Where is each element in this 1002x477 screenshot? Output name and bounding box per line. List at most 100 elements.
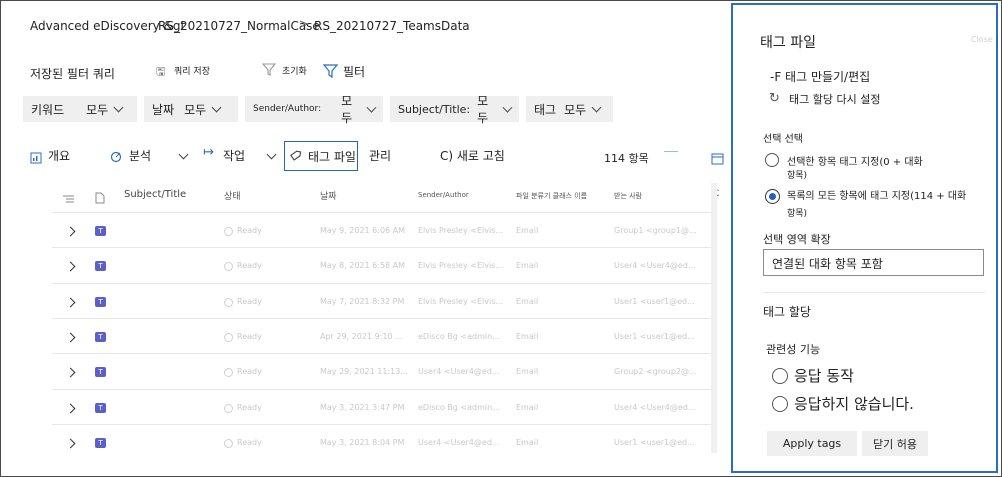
chevron-down-icon	[591, 102, 602, 112]
filter-tag[interactable]: 태그 모두	[526, 96, 613, 122]
overview-button[interactable]: 개요	[48, 147, 70, 164]
status-icon	[224, 439, 233, 448]
filter-clear-icon	[261, 63, 277, 79]
chevron-down-icon	[366, 102, 377, 112]
status-icon	[224, 262, 233, 271]
filter-keyword-label: 키워드	[31, 102, 65, 117]
reset-button[interactable]: 초기화	[282, 64, 307, 77]
teams-icon: T	[95, 367, 106, 377]
filter-subject[interactable]: Subject/Title: 모두	[390, 94, 519, 125]
option-selected-label: 선택한 항목 태그 지정(0 + 대화	[787, 157, 923, 168]
cell-status: Ready	[237, 261, 262, 270]
filter-keyword-value: 모두	[86, 102, 109, 117]
actions-button[interactable]: 작업	[223, 147, 245, 164]
status-icon	[224, 368, 233, 377]
columns-icon[interactable]	[711, 150, 724, 169]
row-divider	[52, 353, 712, 354]
breadcrumb-case[interactable]: RS_20210727_NormalCase	[158, 19, 320, 33]
filter-tag-value: 모두	[564, 102, 587, 117]
tag-files-button[interactable]: 태그 파일	[284, 141, 358, 171]
not-responsive-label: 응답하지 않습니다.	[794, 395, 914, 413]
manage-button[interactable]: 관리	[369, 147, 391, 164]
filter-tag-label: 태그	[534, 102, 557, 117]
radio-all-items[interactable]	[765, 189, 780, 204]
col-recipient[interactable]: 받는 사람	[614, 191, 642, 201]
saved-queries-label[interactable]: 저장된 필터 쿼리	[30, 65, 115, 82]
arrow-right-icon: ↦	[203, 145, 214, 160]
analytics-button[interactable]: 분석	[129, 147, 151, 164]
panel-title: 태그 파일	[760, 35, 816, 51]
filter-date-label: 날짜	[152, 102, 175, 117]
breadcrumb-current: RS_20210727_TeamsData	[314, 19, 470, 33]
analytics-icon	[110, 149, 123, 168]
cell-date: May 3, 2021 8:04 PM	[320, 438, 405, 447]
selection-heading: 선택 선택	[763, 134, 803, 145]
responsive-label: 응답 동작	[794, 367, 854, 385]
reset-icon: ↻	[769, 91, 780, 106]
close-button[interactable]: Close	[971, 35, 993, 44]
filter-keyword[interactable]: 키워드 모두	[23, 96, 137, 122]
col-class[interactable]: 파일 분류기 클래스 이름	[516, 191, 587, 201]
overview-icon	[30, 149, 42, 168]
cell-status: Ready	[237, 367, 262, 376]
row-divider	[52, 424, 712, 425]
expand-heading: 선택 영역 확장	[763, 233, 831, 246]
row-divider	[52, 389, 712, 390]
tag-files-panel: 태그 파일 Close -F 태그 만들기/편집 ↻ 태그 할당 다시 설정 선…	[731, 3, 998, 473]
cell-recipient: Group2 <group2@...	[614, 367, 697, 376]
refresh-button[interactable]: C) 새로 고침	[440, 147, 505, 164]
filter-sender-label: Sender/Author:	[253, 104, 322, 114]
scrollbar-track[interactable]	[711, 183, 717, 453]
col-sender[interactable]: Sender/Author	[418, 191, 469, 199]
cell-sender: User4 <User4@ed...	[418, 438, 500, 447]
item-count: 114 항목	[604, 152, 649, 165]
teams-icon: T	[95, 332, 106, 342]
divider	[664, 151, 678, 152]
cell-class: Email	[516, 226, 539, 235]
cell-recipient: User4 <User4@ed...	[614, 403, 696, 412]
sort-list-icon[interactable]	[63, 190, 74, 209]
cell-class: Email	[516, 403, 539, 412]
option-all-label: 목록의 모든 항목에 태그 지정(114 + 대화	[787, 191, 967, 202]
chevron-down-icon	[502, 102, 513, 112]
close-panel-button[interactable]: 닫기 허용	[862, 431, 928, 456]
filter-button[interactable]: 필터	[343, 63, 365, 80]
cell-class: Email	[516, 261, 539, 270]
cell-recipient: User4 <User4@ed...	[614, 261, 696, 270]
cell-date: May 29, 2021 11:13...	[320, 367, 408, 376]
chevron-down-icon	[211, 102, 222, 112]
cell-class: Email	[516, 332, 539, 341]
col-subject[interactable]: Subject/Title	[124, 189, 186, 200]
col-status[interactable]: 상태	[224, 189, 241, 202]
status-icon	[224, 404, 233, 413]
cell-sender: eDisco Bg <admin...	[418, 403, 500, 412]
save-query-button[interactable]: 쿼리 저장	[174, 64, 210, 77]
status-icon	[224, 298, 233, 307]
apply-tags-button[interactable]: Apply tags	[767, 431, 857, 456]
radio-responsive[interactable]	[772, 368, 788, 384]
option-selected-label-2: 항목)	[787, 171, 808, 181]
filter-sender[interactable]: Sender/Author: 모두	[245, 94, 383, 125]
cell-sender: Elvis Presley <Elvis...	[418, 297, 503, 306]
save-icon: 🖫	[156, 65, 166, 78]
tag-icon	[289, 149, 302, 164]
cell-recipient: User1 <user1@ed...	[614, 332, 695, 341]
create-edit-tags-link[interactable]: -F 태그 만들기/편집	[770, 68, 870, 85]
cell-sender: Elvis Presley <Elvis...	[418, 226, 503, 235]
cell-class: Email	[516, 367, 539, 376]
cell-status: Ready	[237, 332, 262, 341]
col-date[interactable]: 날짜	[320, 189, 337, 202]
cell-date: May 7, 2021 8:32 PM	[320, 297, 405, 306]
row-divider	[52, 318, 712, 319]
row-divider	[52, 247, 712, 248]
radio-not-responsive[interactable]	[772, 396, 788, 412]
radio-selected-items[interactable]	[765, 153, 779, 167]
cell-status: Ready	[237, 226, 262, 235]
expand-selection-field[interactable]: 연결된 대화 항목 포함	[763, 249, 984, 276]
filter-date[interactable]: 날짜 모두	[144, 96, 238, 122]
breadcrumb-separator: >	[299, 17, 310, 31]
reset-tags-link[interactable]: 태그 할당 다시 설정	[789, 91, 880, 107]
chevron-down-icon	[113, 102, 124, 112]
row-divider	[52, 212, 712, 213]
teams-icon: T	[95, 438, 106, 448]
